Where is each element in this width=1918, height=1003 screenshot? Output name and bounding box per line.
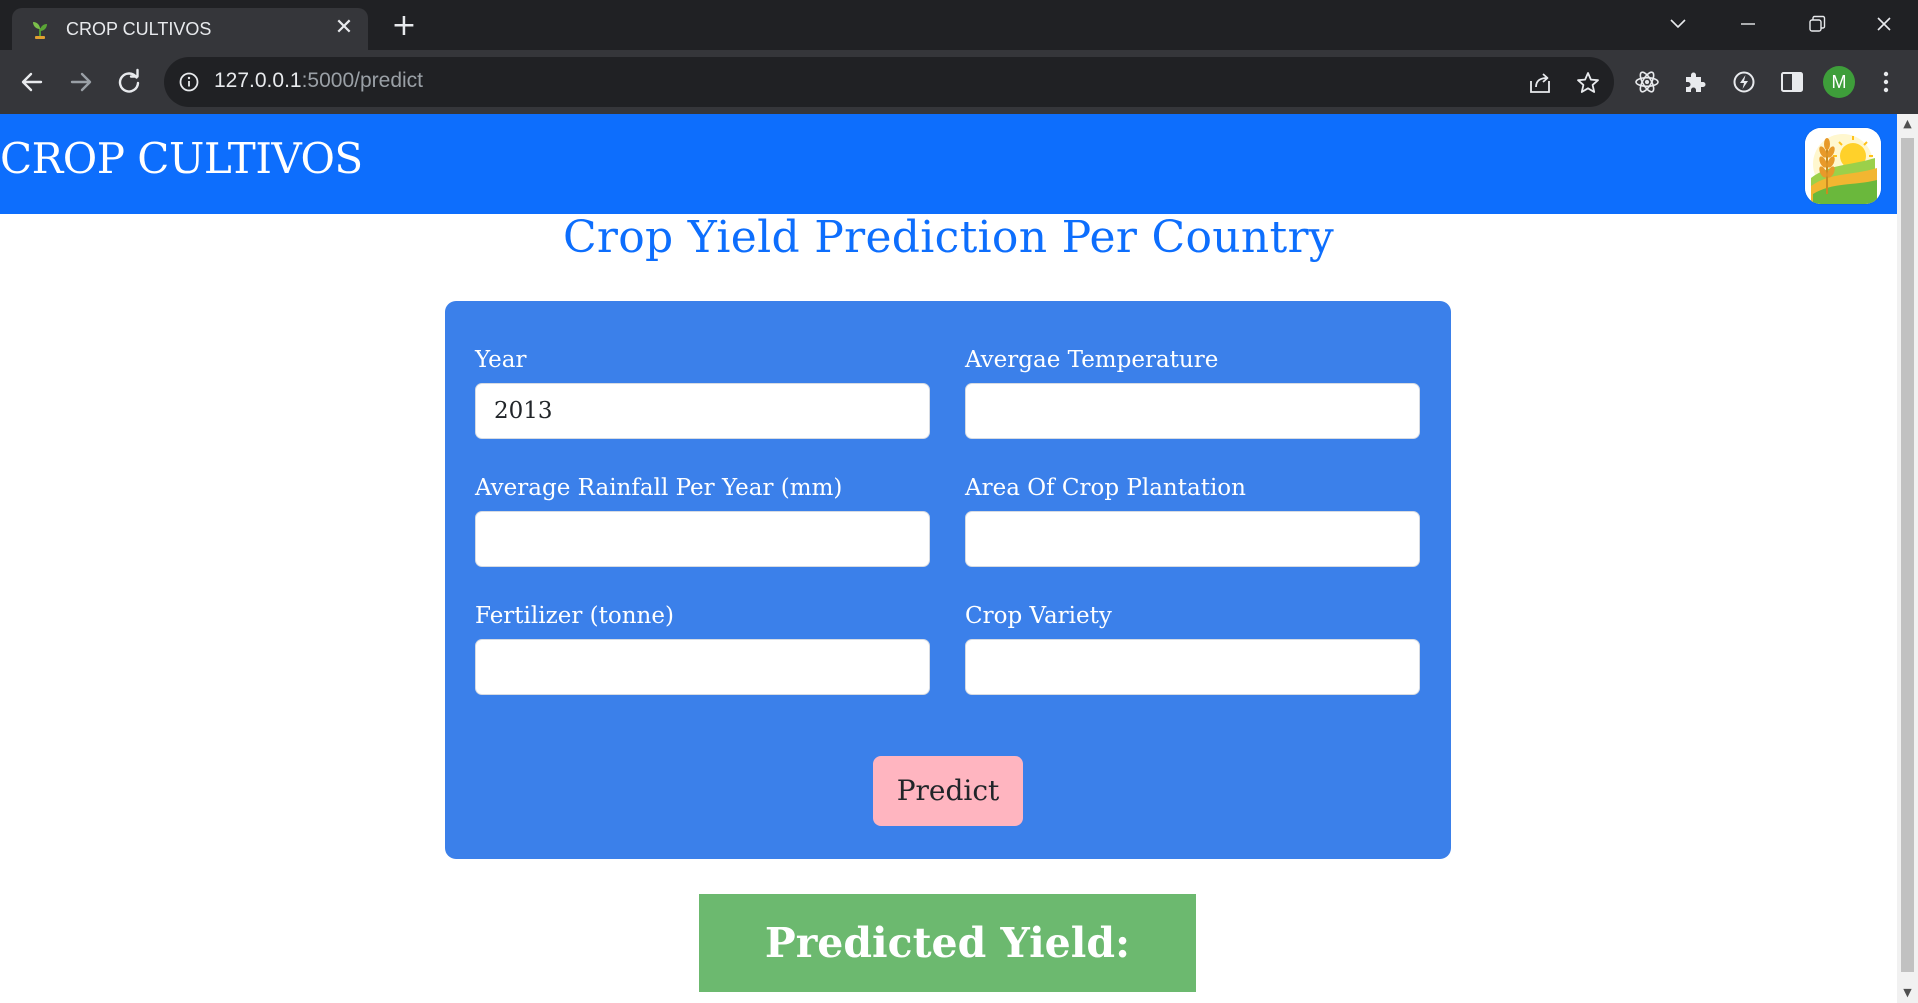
minimize-icon[interactable] (1722, 4, 1774, 44)
fertilizer-label: Fertilizer (tonne) (475, 603, 674, 629)
puzzle-extension-icon[interactable] (1682, 69, 1708, 95)
year-input[interactable]: 2013 (475, 383, 930, 439)
browser-tab-bar: CROP CULTIVOS ✕ + (0, 0, 1918, 50)
browser-tab[interactable]: CROP CULTIVOS ✕ (12, 8, 368, 50)
menu-dots-icon[interactable] (1876, 66, 1896, 98)
restore-icon[interactable] (1790, 4, 1842, 44)
scrollbar-thumb[interactable] (1901, 138, 1914, 972)
temperature-label: Avergae Temperature (965, 347, 1219, 373)
speed-icon[interactable] (1731, 69, 1757, 95)
address-bar[interactable]: 127.0.0.1:5000/predict (164, 57, 1614, 107)
url-path: :5000/predict (301, 69, 424, 92)
area-label: Area Of Crop Plantation (965, 475, 1246, 501)
predicted-yield-result: Predicted Yield: 6712.0 (699, 894, 1196, 992)
tab-close-icon[interactable]: ✕ (330, 14, 358, 42)
page-viewport: CROP CULTIVOS Crop Yield Prediction Per … (0, 114, 1897, 1003)
tab-title: CROP CULTIVOS (66, 19, 212, 39)
profile-avatar[interactable]: M (1823, 66, 1855, 98)
crop-variety-input[interactable] (965, 639, 1420, 695)
crop-variety-label: Crop Variety (965, 603, 1112, 629)
back-arrow-icon[interactable] (12, 62, 52, 102)
close-window-icon[interactable] (1858, 4, 1910, 44)
scroll-down-arrow-icon[interactable]: ▼ (1897, 983, 1918, 1003)
url-host: 127.0.0.1 (214, 69, 302, 92)
star-icon[interactable] (1575, 70, 1601, 96)
share-icon[interactable] (1527, 70, 1553, 96)
side-panel-icon[interactable] (1779, 69, 1805, 95)
page-scrollbar[interactable]: ▲ ▼ (1897, 114, 1918, 1003)
page-title: Crop Yield Prediction Per Country (562, 212, 1335, 263)
rainfall-label: Average Rainfall Per Year (mm) (475, 475, 843, 501)
fertilizer-input[interactable] (475, 639, 930, 695)
farm-logo-icon (1805, 128, 1881, 204)
site-navbar: CROP CULTIVOS (0, 114, 1897, 214)
rainfall-input[interactable] (475, 511, 930, 567)
year-label: Year (475, 347, 527, 373)
sprout-favicon-icon (33, 22, 47, 39)
tab-search-chevron-icon[interactable] (1652, 4, 1704, 44)
predict-button[interactable]: Predict (873, 756, 1023, 826)
react-devtools-icon[interactable] (1634, 69, 1660, 95)
browser-toolbar: 127.0.0.1:5000/predict M (0, 50, 1918, 114)
temperature-input[interactable] (965, 383, 1420, 439)
info-icon[interactable] (178, 71, 200, 93)
scroll-up-arrow-icon[interactable]: ▲ (1897, 114, 1918, 134)
new-tab-button[interactable]: + (386, 8, 422, 44)
reload-icon[interactable] (109, 62, 149, 102)
forward-arrow-icon[interactable] (61, 62, 101, 102)
prediction-form: Year 2013 Avergae Temperature Average Ra… (445, 301, 1451, 859)
area-input[interactable] (965, 511, 1420, 567)
site-brand[interactable]: CROP CULTIVOS (0, 134, 363, 183)
url-text[interactable]: 127.0.0.1:5000/predict (214, 69, 423, 93)
